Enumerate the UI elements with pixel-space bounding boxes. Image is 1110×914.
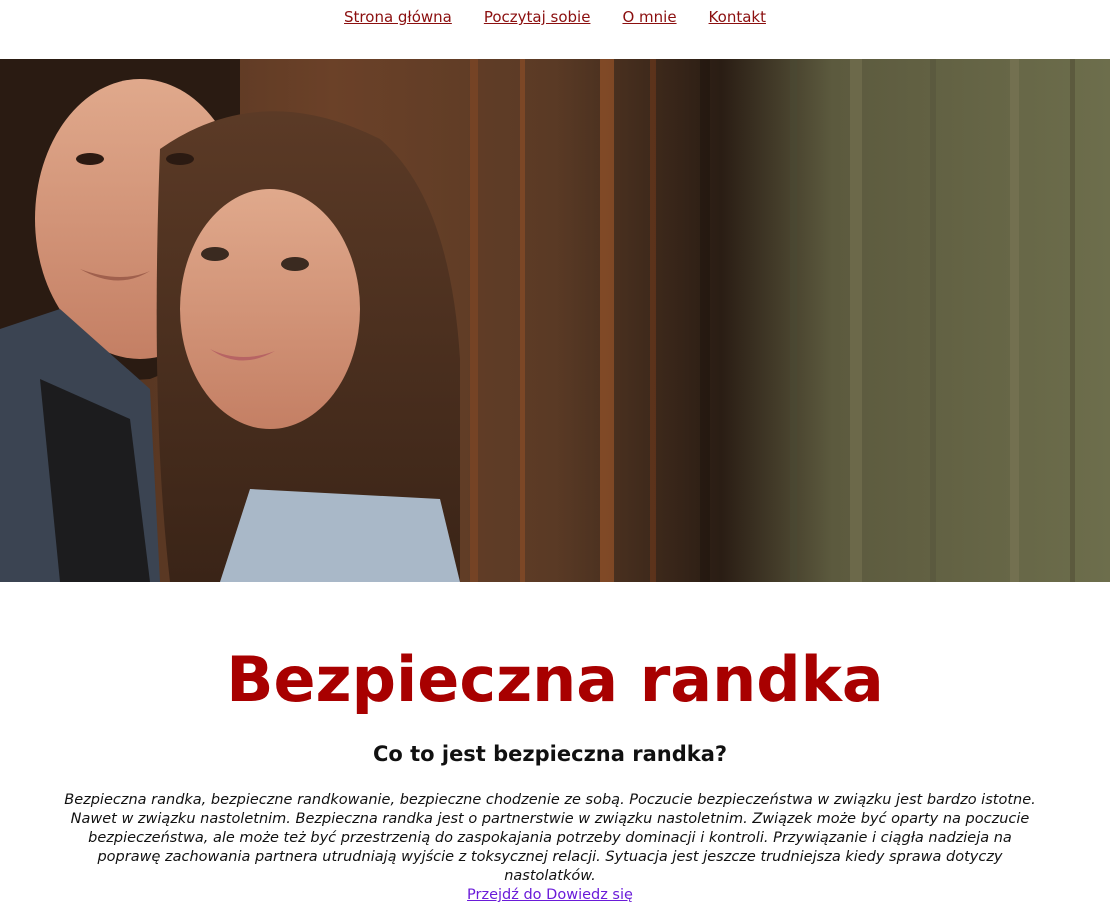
nav-contact-link[interactable]: Kontakt bbox=[709, 8, 766, 26]
hero-image bbox=[0, 59, 1110, 582]
page-title: Bezpieczna randka bbox=[226, 643, 884, 716]
nav-about-link[interactable]: O mnie bbox=[622, 8, 676, 26]
main-nav: Strona główna Poczytaj sobie O mnie Kont… bbox=[0, 0, 1110, 58]
intro-paragraph: Bezpieczna randka, bezpieczne randkowani… bbox=[60, 791, 1040, 905]
nav-home-link[interactable]: Strona główna bbox=[344, 8, 452, 26]
nav-read-link[interactable]: Poczytaj sobie bbox=[484, 8, 591, 26]
couple-photo-icon bbox=[0, 59, 1110, 582]
learn-more-link[interactable]: Przejdź do Dowiedz się bbox=[467, 887, 633, 903]
intro-paragraph-text: Bezpieczna randka, bezpieczne randkowani… bbox=[64, 792, 1036, 884]
section-subtitle: Co to jest bezpieczna randka? bbox=[372, 742, 728, 766]
